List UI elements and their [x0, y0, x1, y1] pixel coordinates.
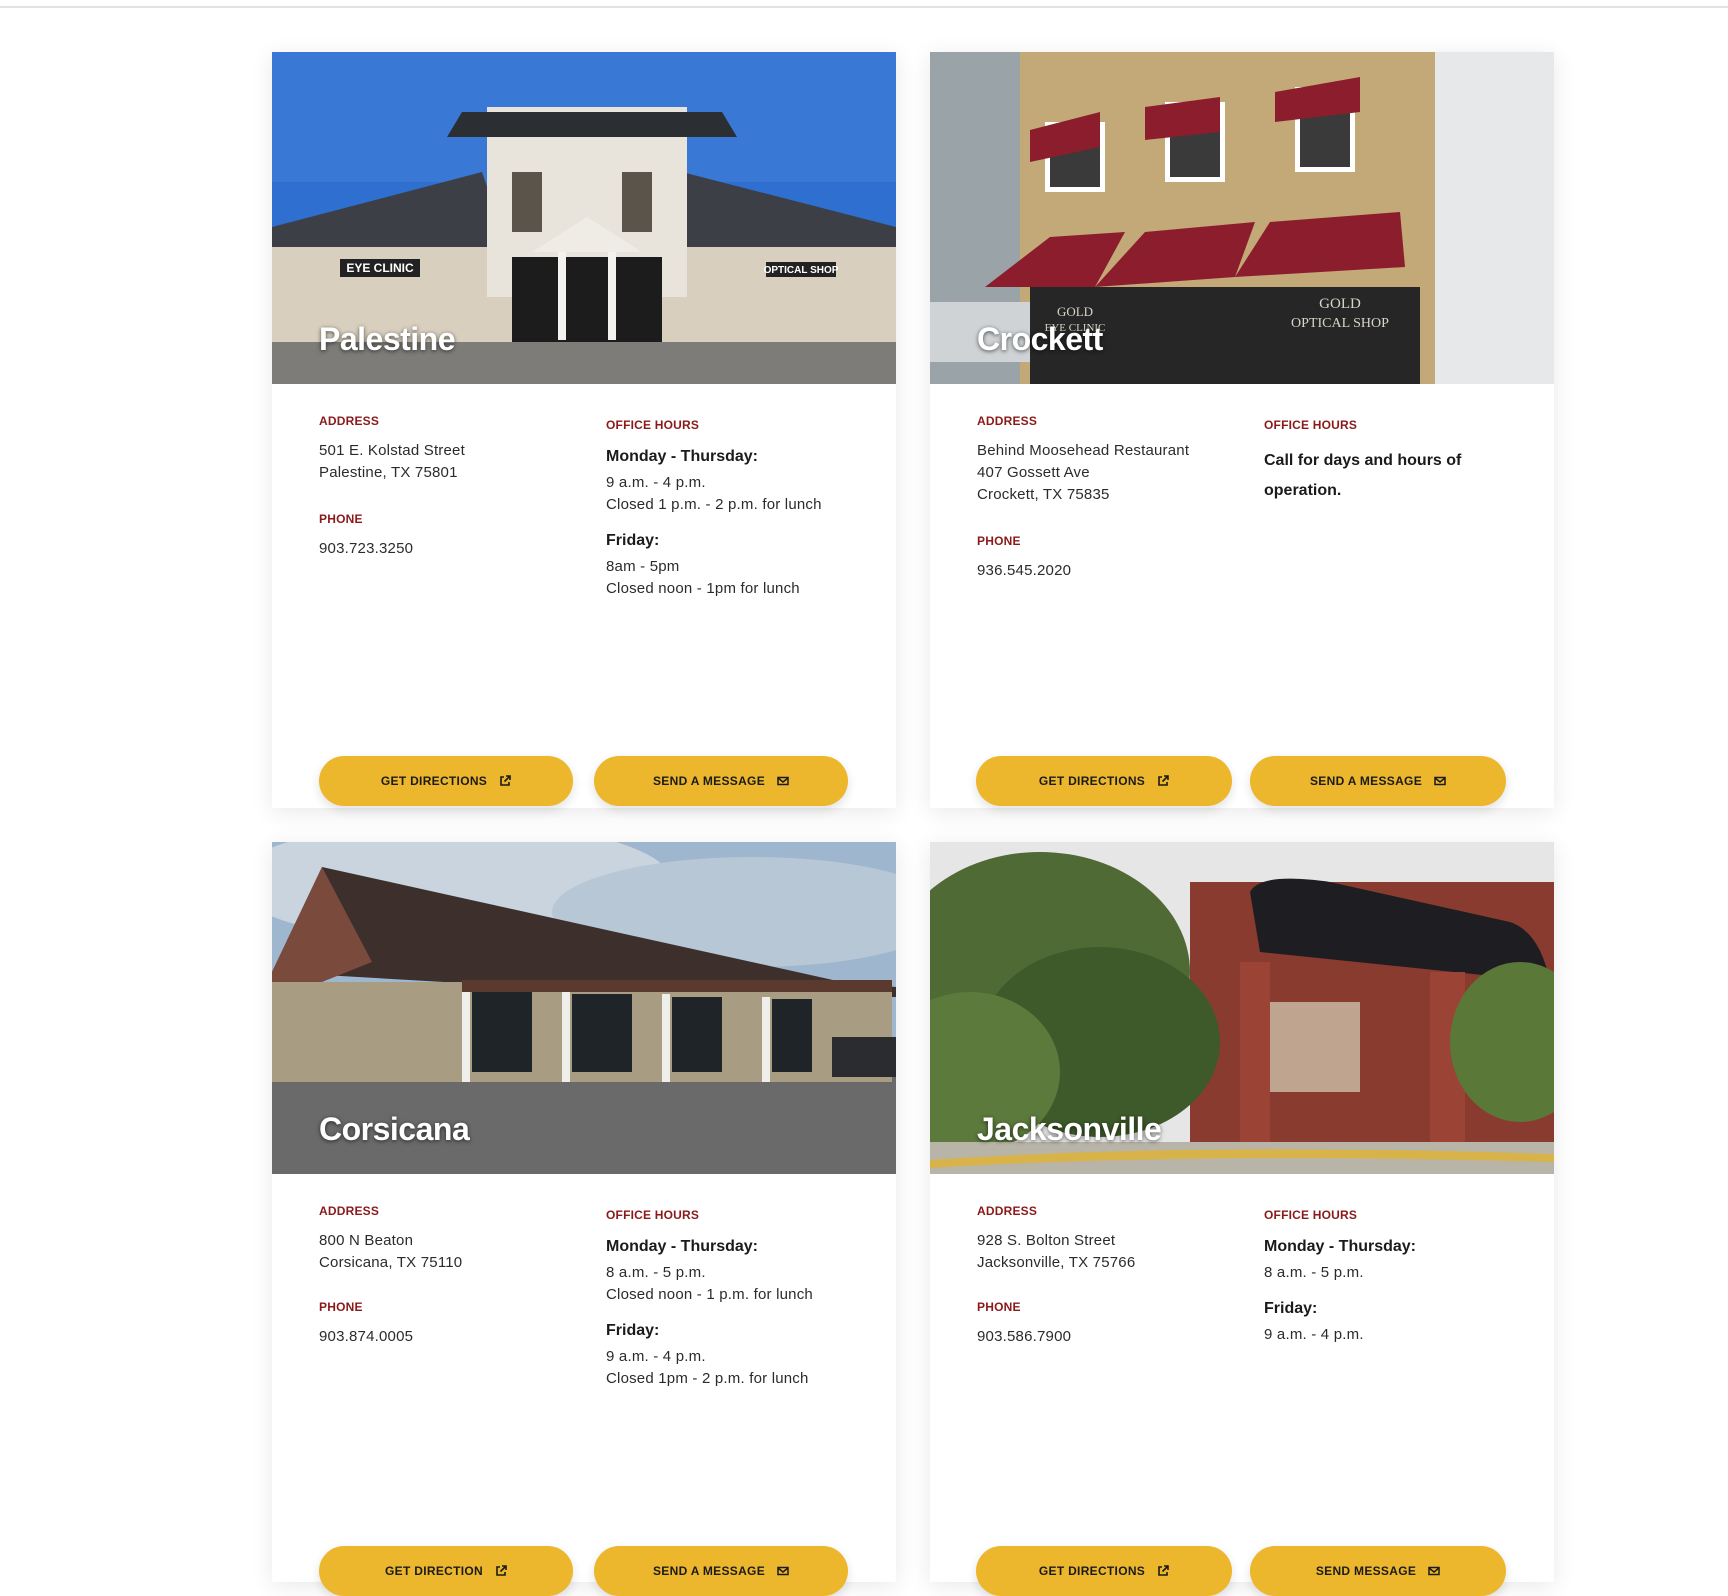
hours-text: 9 a.m. - 4 p.m. Closed 1 p.m. - 2 p.m. f… — [606, 472, 876, 516]
hours-title: Friday: — [1264, 1300, 1318, 1317]
location-photo-crockett: GOLD EYE CLINIC GOLD OPTICAL SHOP Crocke… — [930, 52, 1554, 384]
phone-number[interactable]: 903.723.3250 — [319, 538, 413, 560]
location-card-palestine: EYE CLINIC OPTICAL SHOP Palestine ADDRES… — [272, 52, 896, 808]
hours-text: 8 a.m. - 5 p.m. — [1264, 1262, 1534, 1284]
location-card-crockett: GOLD EYE CLINIC GOLD OPTICAL SHOP Crocke… — [930, 52, 1554, 808]
external-link-icon — [1157, 775, 1169, 787]
hours-text: 8am - 5pm Closed noon - 1pm for lunch — [606, 556, 876, 600]
photo-sign-gold: GOLD — [1057, 304, 1093, 319]
hours-text: 9 a.m. - 4 p.m. Closed 1pm - 2 p.m. for … — [606, 1346, 876, 1390]
hours-line: 9 a.m. - 4 p.m. — [606, 1348, 706, 1365]
location-details: ADDRESS 928 S. Bolton Street Jacksonvill… — [930, 1174, 1554, 1596]
hours-note: Call for days and hours of operation. — [1264, 452, 1462, 499]
hours-line: Closed 1 p.m. - 2 p.m. for lunch — [606, 496, 822, 513]
address-text: 928 S. Bolton Street Jacksonville, TX 75… — [977, 1230, 1247, 1274]
photo-sign-gold: GOLD — [1319, 296, 1361, 312]
address-line: Behind Moosehead Restaurant — [977, 442, 1190, 459]
button-label: GET DIRECTIONS — [1038, 774, 1146, 788]
location-city-name: Palestine — [319, 321, 456, 357]
location-details: ADDRESS Behind Moosehead Restaurant 407 … — [930, 384, 1554, 806]
top-divider — [0, 6, 1728, 8]
hours-title: Friday: — [606, 1322, 660, 1339]
photo-sign-eye-clinic: EYE CLINIC — [346, 261, 414, 275]
get-directions-button[interactable]: GET DIRECTIONS — [319, 756, 573, 806]
address-line: 800 N Beaton — [319, 1232, 414, 1249]
location-photo-palestine: EYE CLINIC OPTICAL SHOP Palestine — [272, 52, 896, 384]
hours-label: OFFICE HOURS — [1264, 1208, 1358, 1222]
phone-number[interactable]: 936.545.2020 — [977, 560, 1071, 582]
address-text: 800 N Beaton Corsicana, TX 75110 — [319, 1230, 589, 1274]
location-photo-corsicana: Corsicana — [272, 842, 896, 1174]
external-link-icon — [499, 775, 511, 787]
button-label: GET DIRECTION — [385, 1564, 483, 1578]
envelope-icon — [1434, 775, 1446, 787]
button-label: SEND A MESSAGE — [653, 1564, 765, 1578]
hours-label: OFFICE HOURS — [606, 1208, 700, 1222]
photo-sign-optical-shop: OPTICAL SHOP — [764, 265, 839, 276]
envelope-icon — [1428, 1565, 1440, 1577]
hours-text: 9 a.m. - 4 p.m. — [1264, 1324, 1534, 1346]
button-label: GET DIRECTIONS — [1038, 1564, 1146, 1578]
get-direction-button[interactable]: GET DIRECTION — [319, 1546, 573, 1596]
hours-line: 8 a.m. - 5 p.m. — [606, 1264, 706, 1281]
location-city-name: Jacksonville — [977, 1111, 1162, 1147]
address-line: 407 Gossett Ave — [977, 464, 1090, 481]
address-label: ADDRESS — [977, 414, 1038, 428]
button-label: SEND MESSAGE — [1315, 1564, 1417, 1578]
get-directions-button[interactable]: GET DIRECTIONS — [976, 756, 1232, 806]
button-label: SEND A MESSAGE — [1310, 774, 1422, 788]
phone-label: PHONE — [977, 1300, 1021, 1314]
address-label: ADDRESS — [319, 1204, 380, 1218]
hours-title: Friday: — [606, 532, 660, 549]
address-label: ADDRESS — [977, 1204, 1038, 1218]
location-city-name: Crockett — [977, 321, 1103, 357]
hours-label: OFFICE HOURS — [606, 418, 700, 432]
hours-line: Closed 1pm - 2 p.m. for lunch — [606, 1370, 809, 1387]
hours-line: Closed noon - 1 p.m. for lunch — [606, 1286, 813, 1303]
location-details: ADDRESS 501 E. Kolstad Street Palestine,… — [272, 384, 896, 806]
location-details: ADDRESS 800 N Beaton Corsicana, TX 75110… — [272, 1174, 896, 1596]
phone-label: PHONE — [977, 534, 1021, 548]
hours-line: 9 a.m. - 4 p.m. — [606, 474, 706, 491]
hours-label: OFFICE HOURS — [1264, 418, 1358, 432]
external-link-icon — [1157, 1565, 1169, 1577]
location-card-corsicana: Corsicana ADDRESS 800 N Beaton Corsicana… — [272, 842, 896, 1596]
hours-title: Monday - Thursday: — [606, 1238, 759, 1255]
location-city-name: Corsicana — [319, 1111, 470, 1147]
location-photo-jacksonville: Jacksonville — [930, 842, 1554, 1174]
phone-label: PHONE — [319, 1300, 363, 1314]
get-directions-button[interactable]: GET DIRECTIONS — [976, 1546, 1232, 1596]
send-message-button[interactable]: SEND MESSAGE — [1250, 1546, 1506, 1596]
hours-line: 8 a.m. - 5 p.m. — [1264, 1264, 1364, 1281]
envelope-icon — [777, 775, 789, 787]
hours-text: 8 a.m. - 5 p.m. Closed noon - 1 p.m. for… — [606, 1262, 876, 1306]
external-link-icon — [495, 1565, 507, 1577]
button-label: SEND A MESSAGE — [653, 774, 765, 788]
address-text: Behind Moosehead Restaurant 407 Gossett … — [977, 440, 1247, 506]
envelope-icon — [777, 1565, 789, 1577]
hours-title: Monday - Thursday: — [1264, 1238, 1417, 1255]
photo-sign-optical-shop: OPTICAL SHOP — [1291, 316, 1389, 331]
hours-title: Monday - Thursday: — [606, 448, 759, 465]
address-line: Palestine, TX 75801 — [319, 464, 458, 481]
phone-label: PHONE — [319, 512, 363, 526]
address-line: Jacksonville, TX 75766 — [977, 1254, 1136, 1271]
hours-line: 8am - 5pm — [606, 558, 680, 575]
send-message-button[interactable]: SEND A MESSAGE — [594, 1546, 848, 1596]
send-message-button[interactable]: SEND A MESSAGE — [594, 756, 848, 806]
hours-line: 9 a.m. - 4 p.m. — [1264, 1326, 1364, 1343]
phone-number[interactable]: 903.874.0005 — [319, 1326, 413, 1348]
address-line: 928 S. Bolton Street — [977, 1232, 1116, 1249]
location-card-jacksonville: Jacksonville ADDRESS 928 S. Bolton Stree… — [930, 842, 1554, 1596]
hours-line: Closed noon - 1pm for lunch — [606, 580, 800, 597]
address-line: Corsicana, TX 75110 — [319, 1254, 463, 1271]
address-line: Crockett, TX 75835 — [977, 486, 1110, 503]
button-label: GET DIRECTIONS — [380, 774, 488, 788]
phone-number[interactable]: 903.586.7900 — [977, 1326, 1071, 1348]
address-label: ADDRESS — [319, 414, 380, 428]
address-line: 501 E. Kolstad Street — [319, 442, 465, 459]
address-text: 501 E. Kolstad Street Palestine, TX 7580… — [319, 440, 589, 484]
send-message-button[interactable]: SEND A MESSAGE — [1250, 756, 1506, 806]
